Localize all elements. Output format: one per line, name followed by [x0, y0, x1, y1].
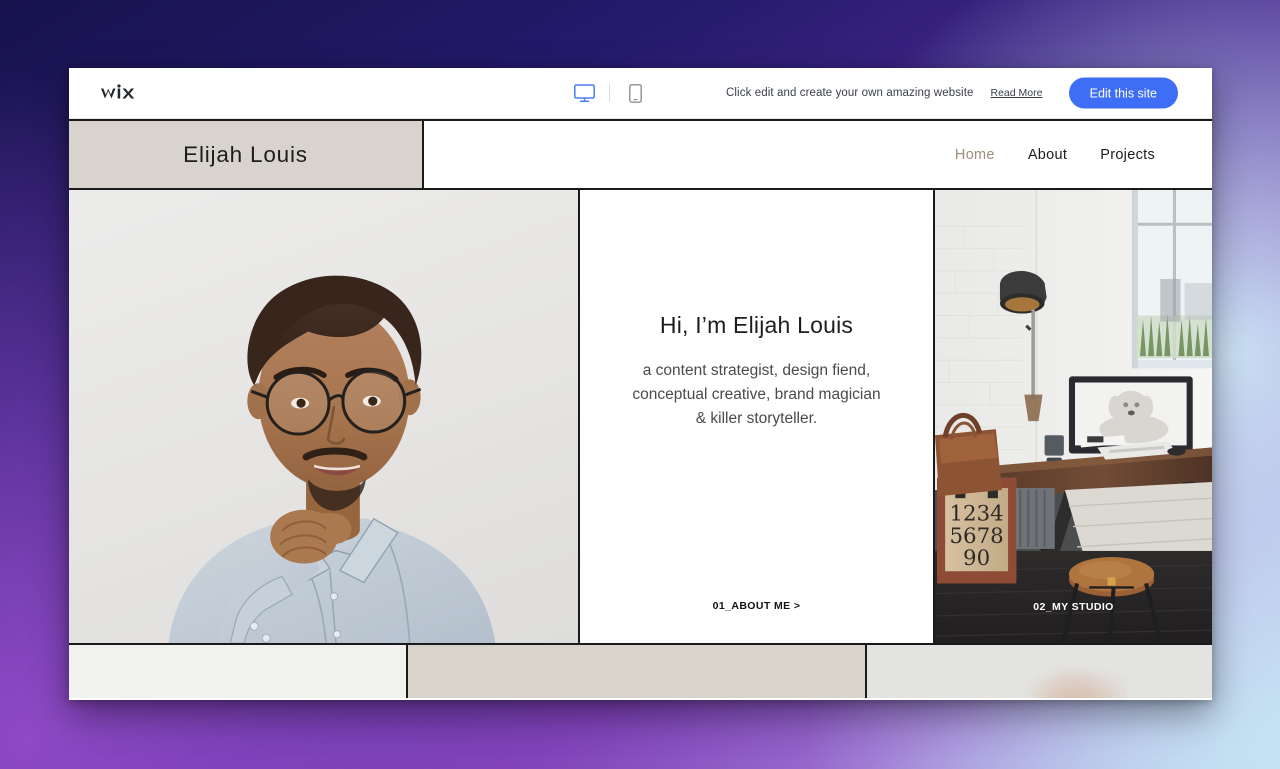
nav-item-projects[interactable]: Projects: [1100, 147, 1155, 163]
my-studio-label[interactable]: 02_MY STUDIO: [1033, 601, 1113, 613]
bottom-strip-light[interactable]: [69, 645, 408, 698]
site-preview-frame: Click edit and create your own amazing w…: [69, 68, 1212, 700]
mobile-phone-icon[interactable]: [624, 82, 646, 104]
nav-item-about[interactable]: About: [1028, 147, 1067, 163]
site-header: Elijah Louis Home About Projects: [69, 119, 1212, 190]
portrait-photo-illustration: [168, 275, 496, 643]
intro-title: Hi, I’m Elijah Louis: [659, 312, 854, 338]
wix-logo-glyph: [101, 84, 135, 99]
studio-panel: 1234 5678 90 02_MY STUDIO: [935, 190, 1212, 643]
wix-top-toolbar: Click edit and create your own amazing w…: [69, 68, 1212, 119]
about-me-link[interactable]: 01_ABOUT ME >: [713, 600, 801, 612]
desktop-monitor-icon[interactable]: [573, 82, 595, 104]
hero-row: Hi, I’m Elijah Louis a content strategis…: [69, 190, 1212, 645]
viewport-toggle-group: [573, 82, 646, 104]
read-more-link[interactable]: Read More: [991, 87, 1043, 99]
bottom-strip-row: [69, 645, 1212, 698]
svg-text:5678: 5678: [949, 524, 1003, 549]
brand-block: Elijah Louis: [69, 121, 424, 188]
bottom-strip-plant[interactable]: [867, 645, 1212, 698]
bottom-strip-beige[interactable]: [408, 645, 867, 698]
brand-name: Elijah Louis: [183, 141, 308, 167]
svg-text:1234: 1234: [949, 502, 1003, 527]
studio-photo-illustration: 1234 5678 90: [935, 190, 1212, 643]
wix-logo[interactable]: [100, 83, 148, 103]
intro-subtitle: a content strategist, design fiend, conc…: [632, 362, 881, 427]
site-navigation: Home About Projects: [424, 121, 1212, 188]
toolbar-divider: [609, 84, 610, 102]
intro-panel: Hi, I’m Elijah Louis a content strategis…: [580, 190, 935, 643]
nav-item-home[interactable]: Home: [955, 147, 995, 163]
svg-text:90: 90: [963, 546, 990, 571]
edit-this-site-button[interactable]: Edit this site: [1068, 77, 1178, 109]
promo-message-group: Click edit and create your own amazing w…: [726, 87, 1042, 99]
promo-text: Click edit and create your own amazing w…: [726, 87, 974, 99]
portrait-panel: [69, 190, 580, 643]
